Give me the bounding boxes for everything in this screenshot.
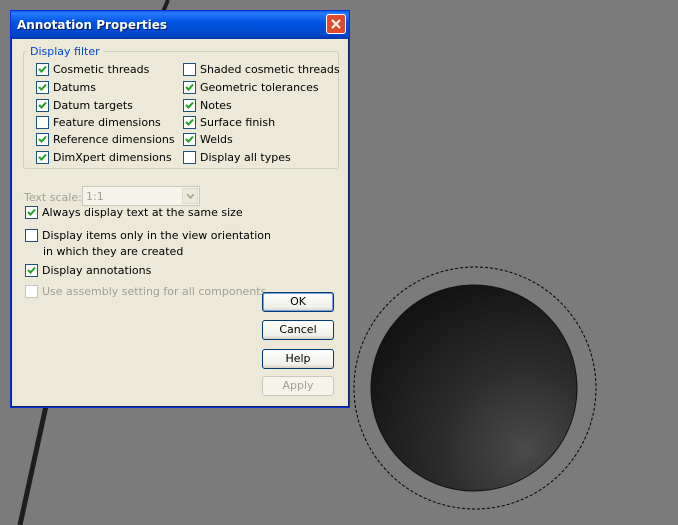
check-mark-icon <box>38 65 47 73</box>
check-mark-icon <box>27 266 36 274</box>
checkbox-box[interactable] <box>183 99 196 112</box>
hole-feature[interactable] <box>370 284 578 492</box>
checkbox-box[interactable] <box>36 151 49 164</box>
checkbox-box[interactable] <box>36 116 49 129</box>
ok-button[interactable]: OK <box>262 292 334 312</box>
checkbox-label: Always display text at the same size <box>42 206 243 219</box>
checkbox-box[interactable] <box>36 99 49 112</box>
help-button[interactable]: Help <box>262 349 334 369</box>
check-mark-icon <box>38 101 47 109</box>
checkbox-label: Welds <box>200 133 233 146</box>
checkbox-label: Geometric tolerances <box>200 81 319 94</box>
checkbox-label: Use assembly setting for all components <box>42 285 267 298</box>
checkbox-label: Reference dimensions <box>53 133 175 146</box>
checkbox-box[interactable] <box>183 63 196 76</box>
checkbox-box[interactable] <box>25 264 38 277</box>
check-mark-icon <box>27 208 36 216</box>
text-scale-value: 1:1 <box>86 190 104 203</box>
checkbox-box[interactable] <box>183 151 196 164</box>
checkbox-label: Feature dimensions <box>53 116 161 129</box>
check-mark-icon <box>185 101 194 109</box>
checkbox-box[interactable] <box>183 116 196 129</box>
text-scale-label: Text scale: <box>24 191 82 204</box>
check-mark-icon <box>185 135 194 143</box>
check-mark-icon <box>185 83 194 91</box>
checkbox-label: Cosmetic threads <box>53 63 150 76</box>
close-button[interactable] <box>326 14 346 34</box>
chevron-down-icon <box>186 194 195 199</box>
close-icon <box>331 19 341 29</box>
check-mark-icon <box>38 83 47 91</box>
checkbox-label: Surface finish <box>200 116 276 129</box>
dialog-title: Annotation Properties <box>17 18 167 32</box>
checkbox-box[interactable] <box>36 63 49 76</box>
checkbox-label: Datum targets <box>53 99 133 112</box>
checkbox-box[interactable] <box>36 133 49 146</box>
annotation-properties-dialog: Annotation Properties Display filter Cos… <box>10 10 350 408</box>
checkbox-label: Display annotations <box>42 264 152 277</box>
apply-button: Apply <box>262 376 334 396</box>
checkbox-box[interactable] <box>25 206 38 219</box>
checkbox-label-line2: in which they are created <box>43 245 184 258</box>
checkbox-box[interactable] <box>36 81 49 94</box>
checkbox-box[interactable] <box>183 81 196 94</box>
display-filter-legend: Display filter <box>27 45 103 58</box>
checkbox-label: Shaded cosmetic threads <box>200 63 340 76</box>
checkbox-label: Notes <box>200 99 232 112</box>
cancel-button[interactable]: Cancel <box>262 320 334 340</box>
checkbox-box[interactable] <box>183 133 196 146</box>
checkbox-label: Display all types <box>200 151 291 164</box>
checkbox-label: DimXpert dimensions <box>53 151 172 164</box>
combo-dropdown-button[interactable] <box>182 188 198 204</box>
checkbox-label: Datums <box>53 81 96 94</box>
check-mark-icon <box>38 153 47 161</box>
model-edge-line-lower <box>17 405 49 525</box>
check-mark-icon <box>185 118 194 126</box>
checkbox-box <box>25 285 38 298</box>
checkbox-label-line1: Display items only in the view orientati… <box>42 229 271 242</box>
dialog-title-bar[interactable]: Annotation Properties <box>11 11 349 39</box>
checkbox-box[interactable] <box>25 229 38 242</box>
text-scale-combobox[interactable]: 1:1 <box>82 186 200 206</box>
check-mark-icon <box>38 135 47 143</box>
